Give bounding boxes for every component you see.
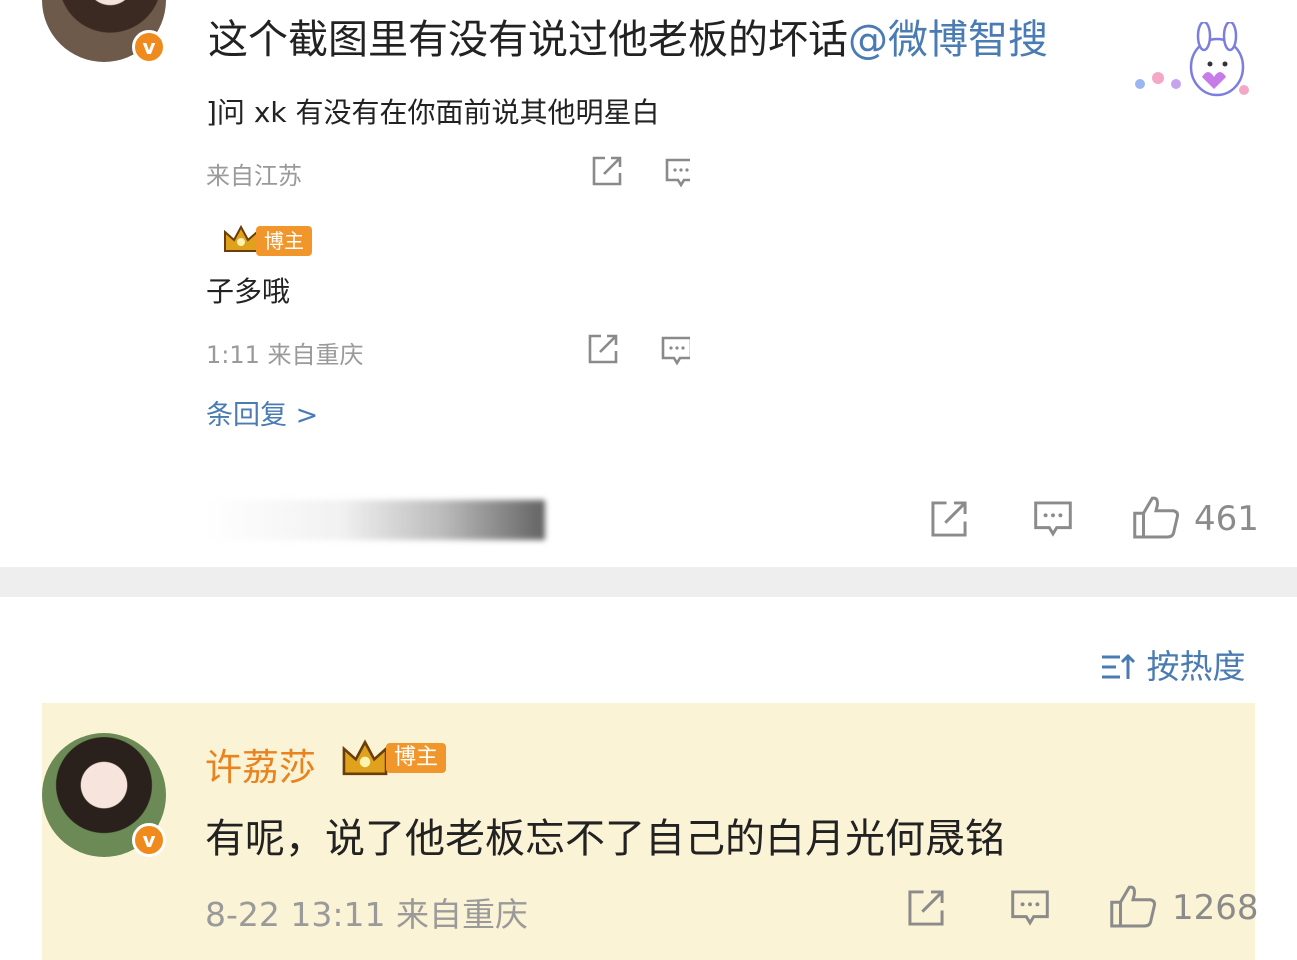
crown-icon [342,739,388,776]
comment-icon [661,336,690,366]
crown-icon [224,224,258,252]
blogger-badge: 博主 [386,743,447,773]
like-icon[interactable] [1108,883,1158,929]
comment-text: 这个截图里有没有说过他老板的坏话@微博智搜 [208,16,1048,64]
verified-icon: v [132,823,166,857]
comment-icon [665,158,690,188]
blurred-meta [205,500,545,540]
section-divider [0,567,1297,597]
comment-icon[interactable] [1031,498,1075,540]
share-icon[interactable] [905,887,947,929]
embedded-screenshot: ]问 xk 有没有在你面前说其他明星白 来自江苏 博主 子多哦 1:11 来自重… [200,88,690,438]
comment-body: 有呢，说了他老板忘不了自己的白月光何晟铭 [205,816,1005,862]
like-icon[interactable] [1131,494,1181,540]
verified-icon: v [132,30,166,64]
embedded-meta: 1:11 来自重庆 [206,341,364,369]
blogger-badge-group: 博主 [340,738,447,778]
comment-body: 这个截图里有没有说过他老板的坏话 [208,17,848,63]
view-replies-link: 条回复 > [206,400,319,431]
share-icon [592,156,622,186]
sort-button[interactable]: 按热度 [1100,640,1246,688]
mention-link[interactable]: @微博智搜 [848,17,1048,63]
share-icon[interactable] [928,498,970,540]
embedded-comment-line: ]问 xk 有没有在你面前说其他明星白 [206,96,660,129]
rabbit-sticker-icon [1135,22,1249,97]
like-count: 461 [1194,499,1259,539]
blogger-badge: 博主 [256,226,312,256]
embedded-comment-body: 子多哦 [206,275,291,308]
comment-meta: 8-22 13:11 来自重庆 [205,895,528,934]
share-icon [588,334,618,364]
user-name[interactable]: 许荔莎 [205,737,316,791]
sort-icon [1102,653,1136,679]
like-count: 1268 [1172,888,1259,928]
embedded-meta: 来自江苏 [206,162,302,190]
sort-label: 按热度 [1146,647,1246,686]
comment-icon[interactable] [1008,887,1052,929]
